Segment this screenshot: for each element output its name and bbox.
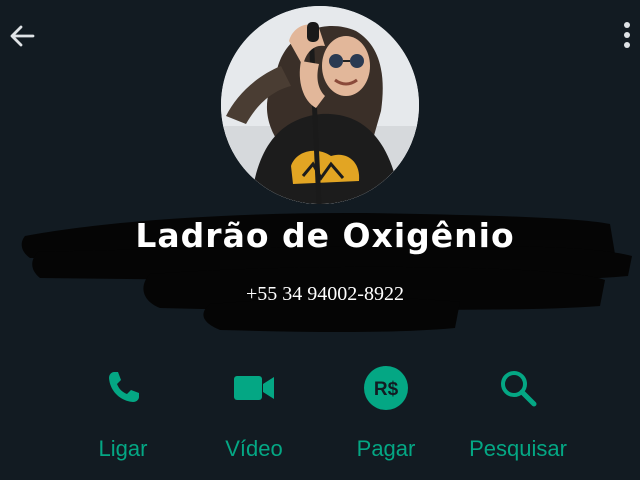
search-label: Pesquisar	[469, 436, 567, 461]
contact-phone: +55 34 94002-8922	[246, 283, 404, 305]
video-camera-icon	[234, 376, 274, 400]
real-currency-icon: R$	[364, 366, 408, 410]
svg-text:R$: R$	[374, 379, 399, 400]
contact-avatar[interactable]	[221, 6, 419, 204]
search-button[interactable]: Pesquisar	[438, 358, 598, 476]
phone-icon	[109, 372, 139, 402]
arrow-left-icon	[10, 25, 35, 47]
back-button[interactable]	[4, 18, 40, 54]
search-icon	[501, 371, 537, 407]
profile-photo	[221, 6, 419, 204]
more-vertical-icon	[624, 22, 630, 48]
more-options-button[interactable]	[616, 16, 638, 56]
contact-name: Ladrão de Oxigênio	[135, 216, 515, 255]
